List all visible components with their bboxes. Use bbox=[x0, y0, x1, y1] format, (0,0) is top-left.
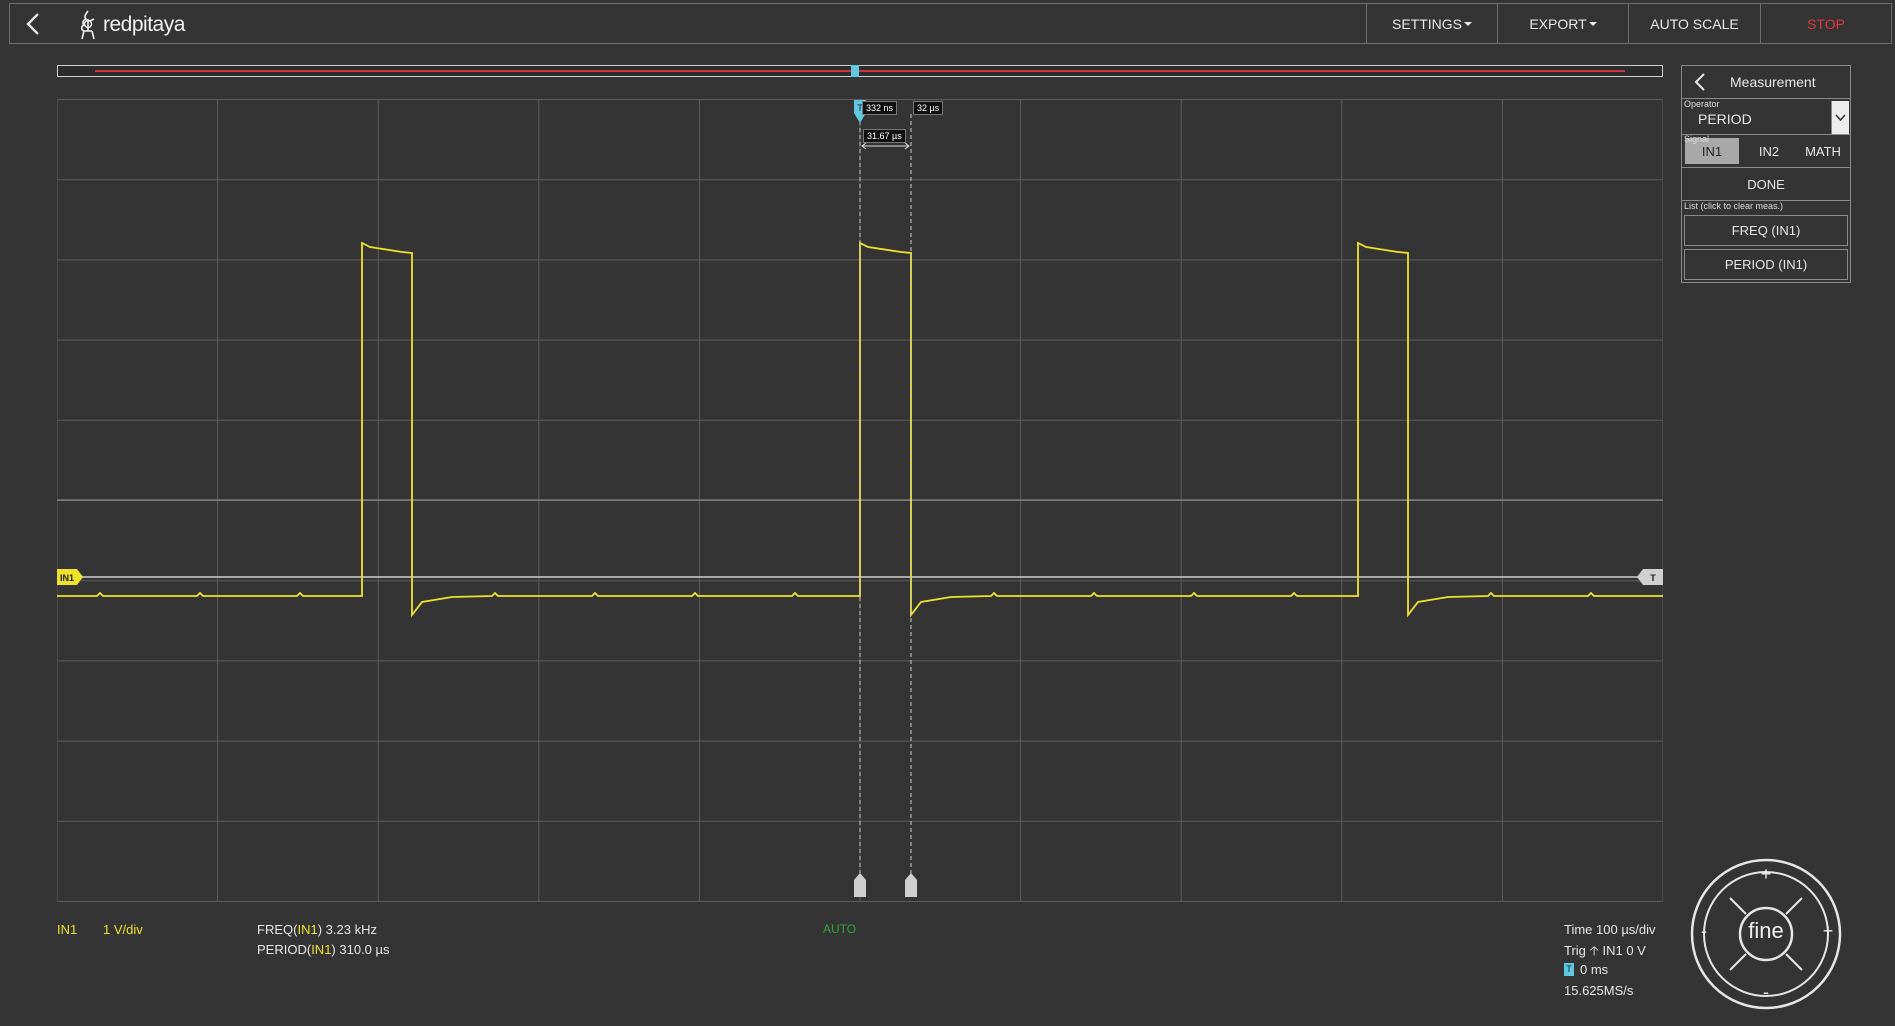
operator-select[interactable]: Operator PERIOD bbox=[1681, 98, 1851, 135]
view-position-marker[interactable] bbox=[851, 65, 859, 77]
oscilloscope-display[interactable]: T IN1 T 332 ns 32 µs 31.67 µs bbox=[57, 99, 1663, 902]
trigger-status: Trig 🡡 IN1 0 V bbox=[1564, 942, 1646, 964]
top-bar: redpitaya SETTINGS EXPORT AUTO SCALE STO… bbox=[9, 3, 1892, 44]
signal-label: Signal bbox=[1684, 134, 1710, 144]
logo: redpitaya bbox=[76, 9, 185, 41]
back-arrow-icon[interactable] bbox=[20, 10, 48, 38]
nav-right-button[interactable]: + bbox=[1818, 921, 1838, 942]
done-button[interactable]: DONE bbox=[1681, 167, 1851, 201]
list-item[interactable]: PERIOD (IN1) bbox=[1684, 249, 1848, 280]
trigger-level-marker-label: T bbox=[1650, 573, 1656, 583]
trigger-delay-icon: T bbox=[1564, 963, 1574, 976]
measurement-panel: Measurement Operator PERIOD Signal IN1 I… bbox=[1681, 65, 1851, 283]
export-label: EXPORT bbox=[1529, 15, 1587, 32]
settings-label: SETTINGS bbox=[1391, 15, 1462, 32]
meas-channel: IN1 bbox=[311, 942, 332, 957]
sample-rate-status: 15.625MS/s bbox=[1564, 983, 1634, 998]
operator-label: Operator bbox=[1684, 99, 1720, 109]
trig-source: IN1 0 V bbox=[1602, 943, 1646, 958]
cursor-right-label: 32 µs bbox=[913, 101, 944, 115]
measurement-header[interactable]: Measurement bbox=[1681, 65, 1851, 99]
signal-selector: Signal IN1 IN2 MATH bbox=[1681, 134, 1851, 168]
scope-canvas: T IN1 T bbox=[57, 99, 1663, 902]
list-label: List (click to clear meas.) bbox=[1684, 201, 1784, 211]
stop-button[interactable]: STOP bbox=[1760, 4, 1891, 43]
navigation-pad: fine + - - + bbox=[1690, 858, 1842, 1010]
signal-math[interactable]: MATH bbox=[1796, 135, 1850, 167]
meas-name: PERIOD bbox=[257, 942, 307, 957]
stop-label: STOP bbox=[1807, 15, 1845, 32]
trigger-delay-status: T 0 ms bbox=[1564, 962, 1608, 977]
panel-back-icon[interactable] bbox=[1686, 67, 1716, 97]
buffer-range-bar bbox=[95, 70, 1625, 72]
in1-channel-marker-label: IN1 bbox=[60, 573, 74, 583]
logo-text: redpitaya bbox=[103, 13, 185, 36]
meas-value: 3.23 kHz bbox=[325, 922, 377, 937]
nav-left-button[interactable]: - bbox=[1694, 921, 1714, 942]
fine-button[interactable]: fine bbox=[1740, 918, 1792, 944]
redpitaya-logo-icon bbox=[80, 10, 95, 40]
top-menu: SETTINGS EXPORT AUTO SCALE STOP bbox=[1366, 4, 1891, 43]
buffer-timeline[interactable] bbox=[57, 65, 1663, 77]
caret-down-icon bbox=[1464, 21, 1472, 26]
chevron-down-icon bbox=[1835, 114, 1846, 122]
panel-title: Measurement bbox=[1730, 74, 1816, 90]
meas-value: 310.0 µs bbox=[339, 942, 390, 957]
status-measurement-freq: FREQ(IN1) 3.23 kHz bbox=[257, 922, 377, 937]
measurement-list: List (click to clear meas.) FREQ (IN1) P… bbox=[1681, 200, 1851, 283]
nav-up-button[interactable]: + bbox=[1756, 864, 1776, 885]
meas-channel: IN1 bbox=[297, 922, 318, 937]
settings-menu[interactable]: SETTINGS bbox=[1366, 4, 1497, 43]
cursor-delta-label: 31.67 µs bbox=[863, 129, 906, 143]
caret-down-icon bbox=[1588, 21, 1597, 26]
trig-label: Trig bbox=[1564, 943, 1586, 958]
cursor-left-label: 332 ns bbox=[862, 101, 898, 115]
trigger-mode-status: AUTO bbox=[823, 922, 857, 936]
operator-value: PERIOD bbox=[1698, 111, 1752, 127]
trigger-delay-value: 0 ms bbox=[1580, 962, 1609, 977]
time-scale-status: Time 100 µs/div bbox=[1564, 922, 1656, 937]
status-measurement-period: PERIOD(IN1) 310.0 µs bbox=[257, 942, 390, 957]
rising-edge-icon: 🡡 bbox=[1589, 943, 1599, 958]
nav-down-button[interactable]: - bbox=[1756, 982, 1776, 1003]
list-item[interactable]: FREQ (IN1) bbox=[1684, 215, 1848, 246]
meas-name: FREQ bbox=[257, 922, 294, 937]
status-scale: 1 V/div bbox=[103, 922, 143, 937]
status-channel[interactable]: IN1 bbox=[57, 922, 77, 937]
signal-in2[interactable]: IN2 bbox=[1742, 135, 1796, 167]
auto-scale-label: AUTO SCALE bbox=[1650, 15, 1739, 32]
export-menu[interactable]: EXPORT bbox=[1497, 4, 1628, 43]
dropdown-toggle[interactable] bbox=[1831, 101, 1849, 134]
auto-scale-button[interactable]: AUTO SCALE bbox=[1628, 4, 1760, 43]
